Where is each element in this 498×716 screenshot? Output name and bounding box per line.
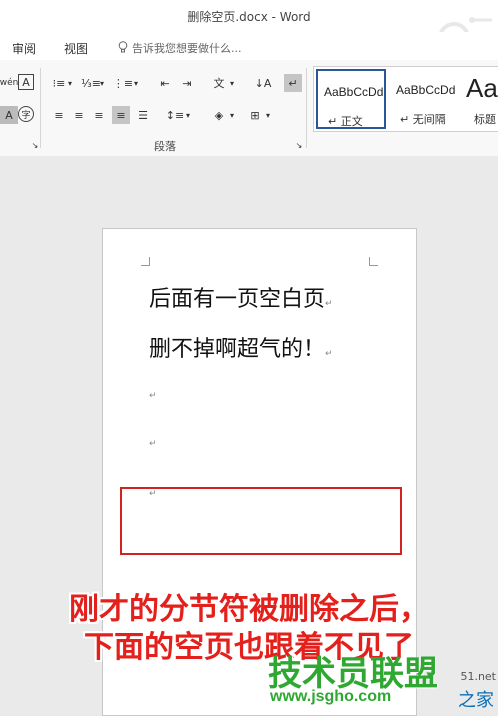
line-spacing-button[interactable]: ↕≡ xyxy=(166,106,184,124)
style-name: ↵ 无间隔 xyxy=(400,113,446,126)
chevron-down-icon[interactable]: ▾ xyxy=(264,106,272,124)
chevron-down-icon[interactable]: ▾ xyxy=(98,74,106,92)
title-bar: 删除空页.docx - Word xyxy=(0,0,498,32)
phonetic-guide-button[interactable]: wén xyxy=(0,74,18,92)
window-title: 删除空页.docx - Word xyxy=(187,10,311,24)
character-shading-button[interactable]: A xyxy=(0,106,18,124)
watermark-url: www.jsgho.com xyxy=(270,688,392,705)
style-preview: AaBbCcDd xyxy=(396,83,456,97)
style-name: 标题 xyxy=(474,113,496,126)
document-text: 后面有一页空白页 xyxy=(149,287,326,312)
borders-button[interactable]: ⊞ xyxy=(246,106,264,124)
sort-button[interactable]: ↓A xyxy=(254,74,272,92)
justify-button[interactable]: ≡ xyxy=(112,106,130,124)
highlight-box xyxy=(120,487,402,555)
ribbon-tabs: 审阅 视图 告诉我您想要做什么... xyxy=(0,32,498,60)
style-item-normal[interactable]: AaBbCcDd ↵ 正文 xyxy=(316,69,386,129)
tab-view[interactable]: 视图 xyxy=(64,40,88,57)
chinese-layout-button[interactable]: 文 xyxy=(210,74,228,92)
chevron-down-icon[interactable]: ▾ xyxy=(228,106,236,124)
style-name: ↵ 正文 xyxy=(328,115,363,128)
style-preview: AaBbCcDd xyxy=(324,85,384,99)
align-left-button[interactable]: ≡ xyxy=(50,106,68,124)
style-preview: AaB xyxy=(466,73,498,103)
shading-button[interactable]: ◈ xyxy=(210,106,228,124)
paragraph-mark: ↵ xyxy=(149,439,157,449)
chevron-down-icon[interactable]: ▾ xyxy=(184,106,192,124)
margin-corner-mark xyxy=(141,257,150,266)
multilevel-list-button[interactable]: ⋮≡ xyxy=(113,74,133,92)
document-text-line[interactable]: 后面有一页空白页↵ xyxy=(149,281,333,313)
dialog-launcher-icon[interactable]: ↘ xyxy=(30,140,40,150)
show-formatting-marks-button[interactable]: ↵ xyxy=(284,74,302,92)
chevron-down-icon[interactable]: ▾ xyxy=(228,74,236,92)
chevron-down-icon[interactable]: ▾ xyxy=(66,74,74,92)
increase-indent-button[interactable]: ⇥ xyxy=(178,74,196,92)
character-border-button[interactable]: A xyxy=(18,74,34,90)
document-text: 删不掉啊超气的！ xyxy=(149,337,326,362)
distributed-button[interactable]: ☰ xyxy=(134,106,152,124)
tell-me-search[interactable]: 告诉我您想要做什么... xyxy=(132,40,242,56)
align-right-button[interactable]: ≡ xyxy=(90,106,108,124)
tab-review[interactable]: 审阅 xyxy=(12,40,36,57)
paragraph-mark: ↵ xyxy=(325,349,333,359)
paragraph-mark: ↵ xyxy=(325,299,333,309)
lightbulb-icon xyxy=(118,41,128,53)
paragraph-group-label: 段落 xyxy=(154,140,176,153)
group-separator xyxy=(306,68,307,148)
chevron-down-icon[interactable]: ▾ xyxy=(132,74,140,92)
paragraph-mark: ↵ xyxy=(149,391,157,401)
styles-gallery: AaBbCcDd ↵ 正文 AaBbCcDd ↵ 无间隔 AaB 标题 xyxy=(313,66,498,132)
group-separator xyxy=(40,68,41,148)
ribbon: wén A A 字 ⁝≡ ▾ ⅓≡ ▾ ⋮≡ ▾ ⇤ ⇥ 文 ▾ ↓A ↵ ≡ … xyxy=(0,60,498,157)
style-item-no-spacing[interactable]: AaBbCcDd ↵ 无间隔 xyxy=(390,69,460,129)
dialog-launcher-icon[interactable]: ↘ xyxy=(294,140,304,150)
watermark-tail-text: 之家 xyxy=(458,690,494,711)
enclose-characters-button[interactable]: 字 xyxy=(18,106,34,122)
document-text-line[interactable]: 删不掉啊超气的！↵ xyxy=(149,331,333,363)
decrease-indent-button[interactable]: ⇤ xyxy=(156,74,174,92)
style-item-heading[interactable]: AaB 标题 xyxy=(464,69,498,129)
align-center-button[interactable]: ≡ xyxy=(70,106,88,124)
watermark-small-text: 51.net xyxy=(460,670,496,683)
margin-corner-mark xyxy=(369,257,378,266)
